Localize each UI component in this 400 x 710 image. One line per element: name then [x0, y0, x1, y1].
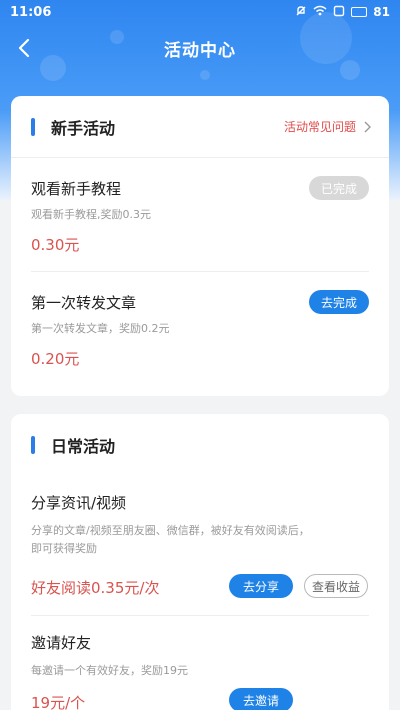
newbie-activities-card: 新手活动 活动常见问题 观看新手教程 已完成 观看新手教程,奖励0.3元 0.3…	[11, 96, 389, 396]
task-desc: 每邀请一个有效好友，奖励19元	[31, 664, 188, 677]
view-earnings-button[interactable]: 查看收益	[304, 574, 368, 598]
invite-button[interactable]: 去邀请	[229, 688, 293, 710]
section-accent-bar	[31, 436, 35, 454]
task-reward: 0.30元	[31, 236, 80, 254]
page-title: 活动中心	[164, 40, 236, 61]
go-complete-button[interactable]: 去完成	[308, 290, 369, 314]
task-title: 邀请好友	[31, 634, 92, 652]
status-time: 11:06	[10, 4, 52, 20]
sim-icon	[333, 5, 345, 20]
task-desc: 第一次转发文章，奖励0.2元	[31, 322, 170, 335]
back-button[interactable]	[10, 34, 38, 62]
task-item: 观看新手教程 已完成 观看新手教程,奖励0.3元 0.30元	[11, 158, 389, 272]
completed-button[interactable]: 已完成	[308, 176, 369, 200]
task-title: 第一次转发文章	[31, 294, 137, 312]
section-title: 日常活动	[51, 437, 116, 456]
task-desc: 观看新手教程,奖励0.3元	[31, 208, 151, 221]
battery-level: 81	[373, 5, 390, 19]
faq-link[interactable]: 活动常见问题	[284, 118, 371, 135]
task-title: 分享资讯/视频	[31, 494, 127, 512]
task-reward: 0.20元	[31, 350, 80, 368]
task-reward: 19元/个	[31, 694, 86, 710]
task-item: 分享资讯/视频 分享的文章/视频至朋友圈、微信群，被好友有效阅读后， 即可获得奖…	[11, 476, 389, 616]
notification-off-icon	[295, 5, 307, 20]
task-title: 观看新手教程	[31, 180, 122, 198]
section-header: 日常活动	[11, 414, 389, 476]
task-desc: 即可获得奖励	[31, 542, 97, 555]
section-header: 新手活动 活动常见问题	[11, 96, 389, 158]
status-bar: 11:06 81	[0, 0, 400, 24]
share-button[interactable]: 去分享	[229, 574, 293, 598]
status-icons: 81	[295, 5, 390, 20]
decor-bubble	[200, 70, 210, 80]
task-item: 第一次转发文章 去完成 第一次转发文章，奖励0.2元 0.20元	[11, 272, 389, 386]
faq-link-label: 活动常见问题	[283, 120, 356, 134]
wifi-icon	[313, 5, 327, 19]
task-item: 邀请好友 每邀请一个有效好友，奖励19元 19元/个 去邀请	[11, 616, 389, 710]
task-reward: 好友阅读0.35元/次	[31, 579, 160, 597]
task-desc: 分享的文章/视频至朋友圈、微信群，被好友有效阅读后，	[31, 524, 310, 537]
daily-activities-card: 日常活动 分享资讯/视频 分享的文章/视频至朋友圈、微信群，被好友有效阅读后， …	[11, 414, 389, 710]
nav-bar: 活动中心	[0, 28, 400, 68]
battery-icon	[351, 7, 368, 17]
chevron-right-icon	[364, 121, 371, 132]
chevron-left-icon	[18, 38, 30, 58]
section-title: 新手活动	[51, 119, 116, 138]
section-accent-bar	[31, 118, 35, 136]
